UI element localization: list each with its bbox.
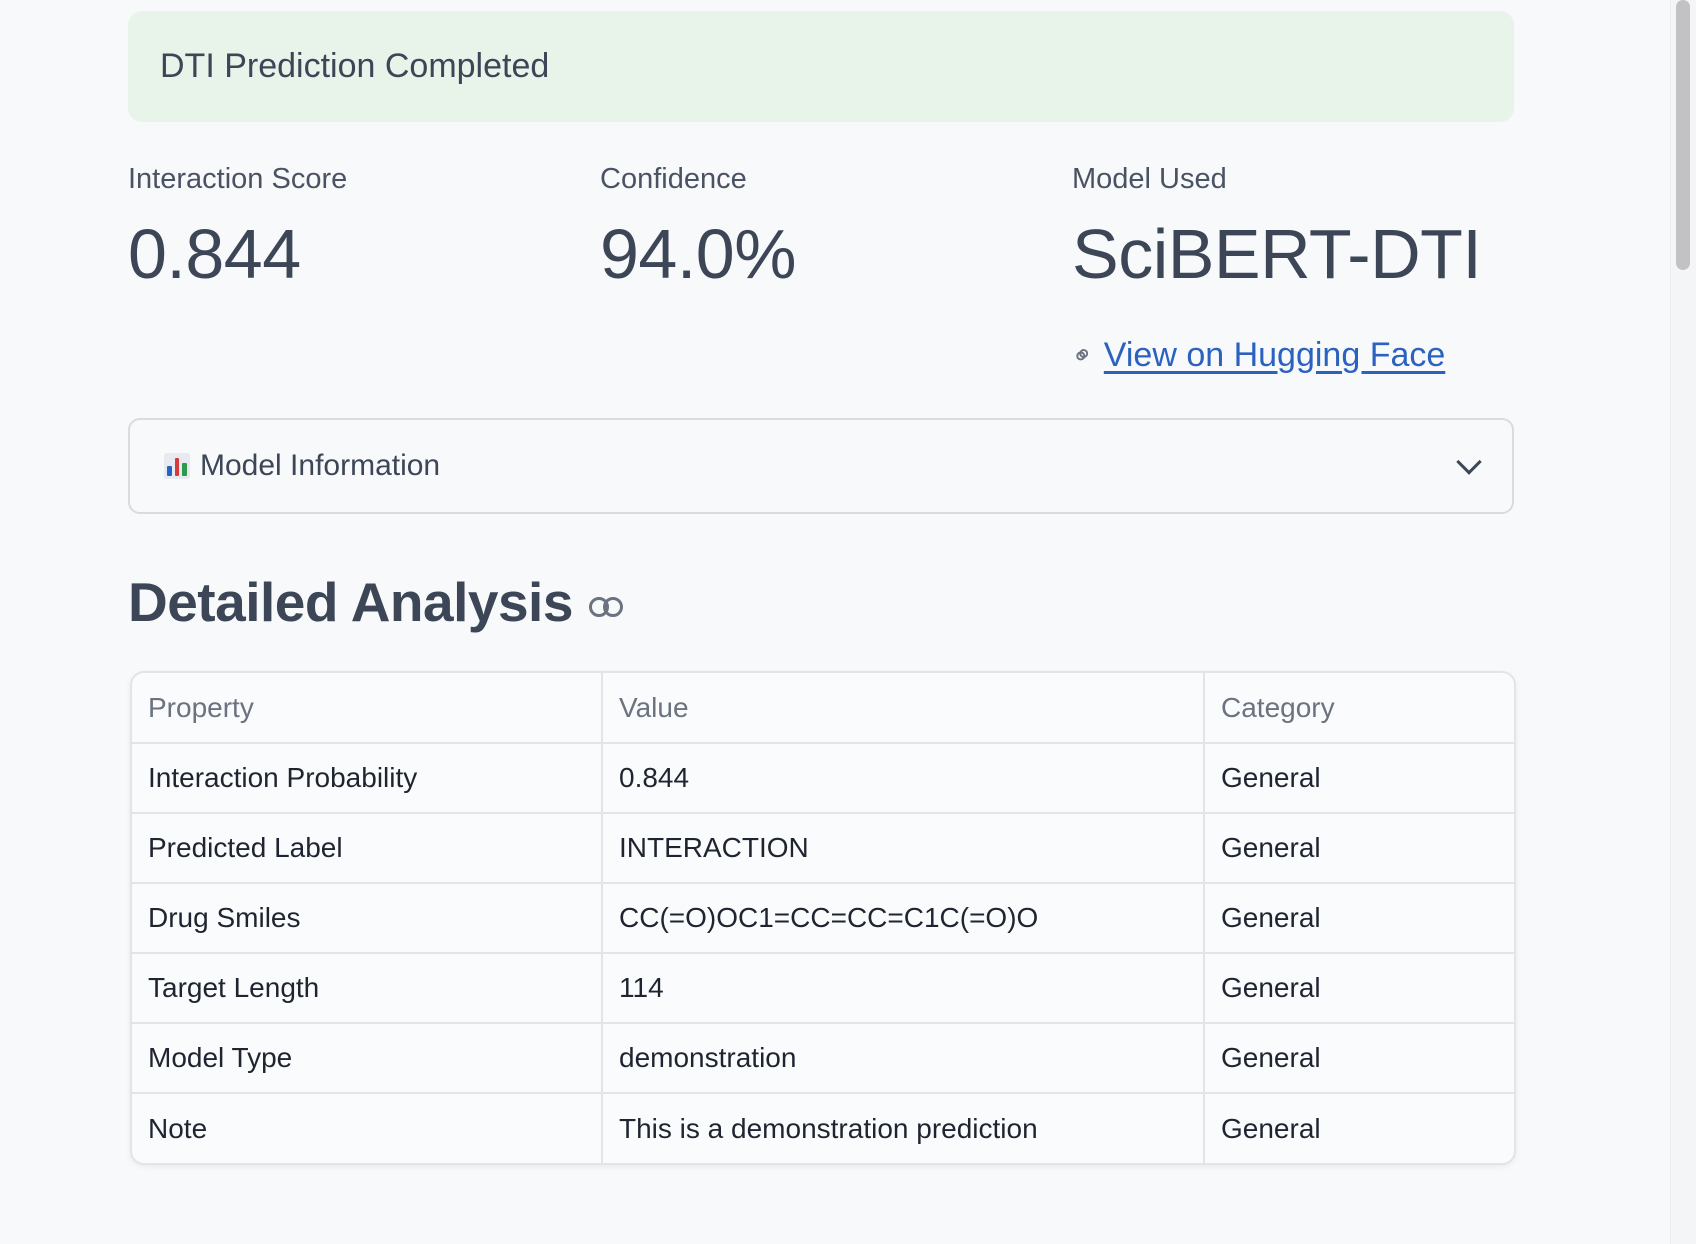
cell-property: Target Length: [132, 953, 603, 1024]
cell-category: General: [1204, 813, 1514, 884]
bar-chart-icon: [164, 453, 190, 479]
cell-value: CC(=O)OC1=CC=CC=C1C(=O)O: [602, 883, 1205, 954]
detailed-analysis-heading: Detailed Analysis: [128, 570, 623, 634]
cell-value: This is a demonstration prediction: [602, 1093, 1205, 1163]
chevron-down-icon: [1456, 449, 1482, 475]
cell-property: Interaction Probability: [132, 743, 603, 814]
cell-category: General: [1221, 1112, 1321, 1144]
column-header-value[interactable]: Value: [602, 673, 1205, 744]
cell-value: demonstration: [602, 1023, 1205, 1094]
metric-value: 0.844: [128, 215, 301, 293]
cell-property: Drug Smiles: [132, 883, 603, 954]
expander-label: Model Information: [200, 449, 441, 482]
cell-value: INTERACTION: [602, 813, 1205, 884]
cell-category: General: [1204, 1023, 1514, 1094]
metric-model-used: Model Used SciBERT-DTI: [1072, 160, 1502, 294]
cell-category: General: [1204, 953, 1514, 1024]
metric-interaction-score: Interaction Score 0.844: [128, 160, 558, 294]
table-row: Drug Smiles CC(=O)OC1=CC=CC=C1C(=O)O Gen…: [132, 883, 1514, 954]
table-row: Predicted Label INTERACTION General: [132, 813, 1514, 884]
vertical-scrollbar[interactable]: [1670, 0, 1696, 1244]
metric-label: Interaction Score: [128, 163, 348, 195]
analysis-table: Property Value Category Interaction Prob…: [130, 671, 1516, 1165]
metric-label: Confidence: [600, 163, 747, 195]
cell-value: 0.844: [602, 743, 1205, 814]
column-header-category[interactable]: Category: [1204, 673, 1514, 744]
cell-value: 114: [602, 953, 1205, 1024]
metric-value: 94.0%: [600, 215, 796, 293]
cell-property: Note: [132, 1093, 603, 1163]
hugging-face-link-row: ⚭ View on Hugging Face: [1065, 336, 1446, 375]
metric-value: SciBERT-DTI: [1072, 215, 1482, 293]
success-message: DTI Prediction Completed: [160, 47, 550, 85]
link-icon: ⚭: [1064, 336, 1101, 374]
model-information-expander[interactable]: Model Information: [128, 418, 1514, 514]
column-header-property[interactable]: Property: [132, 673, 603, 744]
metric-label: Model Used: [1072, 163, 1227, 195]
view-on-hugging-face-link[interactable]: View on Hugging Face: [1104, 336, 1445, 375]
scrollbar-thumb[interactable]: [1676, 0, 1690, 270]
cell-category: General: [1204, 883, 1514, 954]
cell-property: Predicted Label: [132, 813, 603, 884]
cell-category: General: [1204, 743, 1514, 814]
table-row: Model Type demonstration General: [132, 1023, 1514, 1094]
table-row: Interaction Probability 0.844 General: [132, 743, 1514, 814]
table-row: Target Length 114 General: [132, 953, 1514, 1024]
success-banner: DTI Prediction Completed: [128, 11, 1514, 122]
table-row: Note This is a demonstration prediction …: [132, 1093, 1514, 1163]
cell-property: Model Type: [132, 1023, 603, 1094]
table-header-row: Property Value Category: [132, 673, 1514, 744]
metric-confidence: Confidence 94.0%: [600, 160, 1030, 294]
anchor-link-icon[interactable]: [588, 597, 623, 617]
section-title: Detailed Analysis: [128, 571, 573, 633]
